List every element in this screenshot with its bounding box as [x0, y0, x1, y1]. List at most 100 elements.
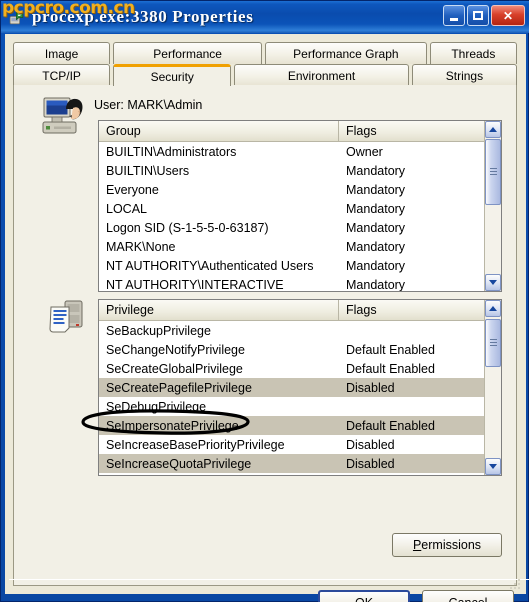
- row-name-cell: Everyone: [106, 182, 159, 197]
- row-flags-cell: Mandatory: [346, 277, 406, 292]
- row-flags-cell: Default Enabled: [346, 361, 435, 376]
- scroll-grip-icon: [490, 168, 497, 176]
- table-row[interactable]: SeChangeNotifyPrivilege Default Enabled: [99, 340, 501, 359]
- table-row[interactable]: BUILTIN\Users Mandatory: [99, 161, 501, 180]
- dialog-client-area: Image Performance Performance Graph Threads…: [5, 34, 529, 602]
- privileges-list-body: SeBackupPrivilege SeChangeNotifyPrivilege…: [99, 321, 501, 475]
- ok-button-label: OK: [355, 596, 373, 602]
- row-flags-cell: Disabled: [346, 380, 395, 395]
- groups-scroll-down-button[interactable]: [485, 274, 501, 291]
- cancel-button-label: Cancel: [449, 596, 488, 602]
- tab-row-2: TCP/IP Security Environment Strings: [13, 64, 517, 86]
- table-row[interactable]: SeCreatePagefilePrivilege Disabled: [99, 378, 501, 397]
- user-label: User: MARK\Admin: [94, 98, 203, 112]
- table-row[interactable]: LOCAL Mandatory: [99, 199, 501, 218]
- cancel-button[interactable]: Cancel: [422, 590, 514, 602]
- row-name-cell: SeIncreaseBasePriorityPrivilege: [106, 437, 285, 452]
- row-flags-cell: Mandatory: [346, 258, 406, 273]
- table-row[interactable]: SeImpersonatePrivilege Default Enabled: [99, 416, 501, 435]
- permissions-button-label: Permissions: [412, 538, 482, 552]
- tab-performance-graph[interactable]: Performance Graph: [265, 42, 427, 64]
- table-row[interactable]: SeCreateGlobalPrivilege Default Enabled: [99, 359, 501, 378]
- close-button[interactable]: ✕: [491, 5, 525, 26]
- groups-list-body: BUILTIN\Administrators Owner BUILTIN\Users…: [99, 142, 501, 292]
- tab-security[interactable]: Security: [113, 64, 232, 86]
- row-flags-cell: Default Enabled: [346, 418, 435, 433]
- row-flags-cell: Disabled: [346, 437, 395, 452]
- groups-column-header-flags[interactable]: Flags: [339, 121, 485, 141]
- privileges-column-header-flags[interactable]: Flags: [339, 300, 485, 320]
- scroll-grip-icon: [490, 339, 497, 347]
- groups-column-header-group[interactable]: Group: [99, 121, 339, 141]
- tab-label: Threads: [451, 46, 496, 61]
- ok-button[interactable]: OK: [318, 590, 410, 602]
- table-row[interactable]: BUILTIN\Administrators Owner: [99, 142, 501, 161]
- tab-environment[interactable]: Environment: [234, 64, 409, 86]
- table-row[interactable]: SeDebugPrivilege: [99, 397, 501, 416]
- table-row[interactable]: SeIncreaseBasePriorityPrivilege Disabled: [99, 435, 501, 454]
- row-name-cell: MARK\None: [106, 239, 176, 254]
- chevron-up-icon: [489, 306, 497, 311]
- tab-label: Performance: [153, 46, 222, 61]
- minimize-icon: [444, 6, 464, 25]
- row-name-cell: SeCreatePagefilePrivilege: [106, 380, 252, 395]
- table-row[interactable]: Everyone Mandatory: [99, 180, 501, 199]
- privileges-column-header-privilege[interactable]: Privilege: [99, 300, 339, 320]
- row-flags-cell: Mandatory: [346, 239, 406, 254]
- privileges-scrollbar[interactable]: [484, 300, 501, 475]
- row-name-cell: SeDebugPrivilege: [106, 399, 207, 414]
- privileges-scroll-up-button[interactable]: [485, 300, 501, 317]
- row-flags-cell: Default Enabled: [346, 342, 435, 357]
- row-name-cell: NT AUTHORITY\INTERACTIVE: [106, 277, 284, 292]
- user-computer-icon: [42, 97, 83, 134]
- privileges-header-row: Privilege Flags: [99, 300, 501, 321]
- tab-label: Image: [44, 46, 79, 61]
- table-row[interactable]: SeBackupPrivilege: [99, 321, 501, 340]
- table-row[interactable]: NT AUTHORITY\INTERACTIVE Mandatory: [99, 275, 501, 292]
- tab-row-1: Image Performance Performance Graph Threads: [13, 42, 517, 64]
- permissions-button[interactable]: Permissions: [392, 533, 502, 557]
- window-controls: ✕: [443, 5, 525, 26]
- table-row[interactable]: NT AUTHORITY\Authenticated Users Mandator…: [99, 256, 501, 275]
- row-name-cell: LOCAL: [106, 201, 147, 216]
- site-watermark: pcpcro.com.cn: [2, 0, 135, 18]
- tab-tcp-ip[interactable]: TCP/IP: [13, 64, 111, 86]
- row-name-cell: SeBackupPrivilege: [106, 323, 211, 338]
- privileges-scroll-thumb[interactable]: [485, 319, 501, 367]
- screenshot-root: procexp.exe:3380 Properties ✕ Image Perfo…: [0, 0, 529, 602]
- row-flags-cell: Mandatory: [346, 182, 406, 197]
- maximize-button[interactable]: [467, 5, 489, 26]
- row-name-cell: BUILTIN\Users: [106, 163, 190, 178]
- minimize-button[interactable]: [443, 5, 465, 26]
- row-name-cell: SeImpersonatePrivilege: [106, 418, 239, 433]
- tab-image[interactable]: Image: [13, 42, 111, 64]
- chevron-down-icon: [489, 280, 497, 285]
- row-name-cell: BUILTIN\Administrators: [106, 144, 237, 159]
- tab-threads[interactable]: Threads: [429, 42, 517, 64]
- row-flags-cell: Mandatory: [346, 201, 406, 216]
- privileges-listbox[interactable]: Privilege Flags SeBackupPrivilege SeChang…: [98, 299, 502, 476]
- resize-grip[interactable]: [508, 577, 522, 591]
- maximize-icon: [468, 6, 488, 25]
- tab-label: Strings: [445, 68, 484, 83]
- tab-label: TCP/IP: [42, 68, 81, 83]
- groups-header-row: Group Flags: [99, 121, 501, 142]
- row-name-cell: SeCreateGlobalPrivilege: [106, 361, 243, 376]
- table-row[interactable]: SeIncreaseQuotaPrivilege Disabled: [99, 454, 501, 473]
- chevron-down-icon: [489, 464, 497, 469]
- groups-listbox[interactable]: Group Flags BUILTIN\Administrators Owner B…: [98, 120, 502, 292]
- tab-strings[interactable]: Strings: [411, 64, 517, 86]
- tab-performance[interactable]: Performance: [113, 42, 263, 64]
- row-flags-cell: Disabled: [346, 456, 395, 471]
- groups-scroll-thumb[interactable]: [485, 139, 501, 205]
- chevron-up-icon: [489, 127, 497, 132]
- table-row[interactable]: Logon SID (S-1-5-5-0-63187) Mandatory: [99, 218, 501, 237]
- close-icon: ✕: [502, 8, 514, 23]
- tab-label: Security: [150, 69, 194, 84]
- groups-scroll-up-button[interactable]: [485, 121, 501, 138]
- tab-label: Environment: [287, 68, 356, 83]
- table-row[interactable]: MARK\None Mandatory: [99, 237, 501, 256]
- privilege-scroll-icon: [49, 300, 83, 333]
- privileges-scroll-down-button[interactable]: [485, 458, 501, 475]
- groups-scrollbar[interactable]: [484, 121, 501, 291]
